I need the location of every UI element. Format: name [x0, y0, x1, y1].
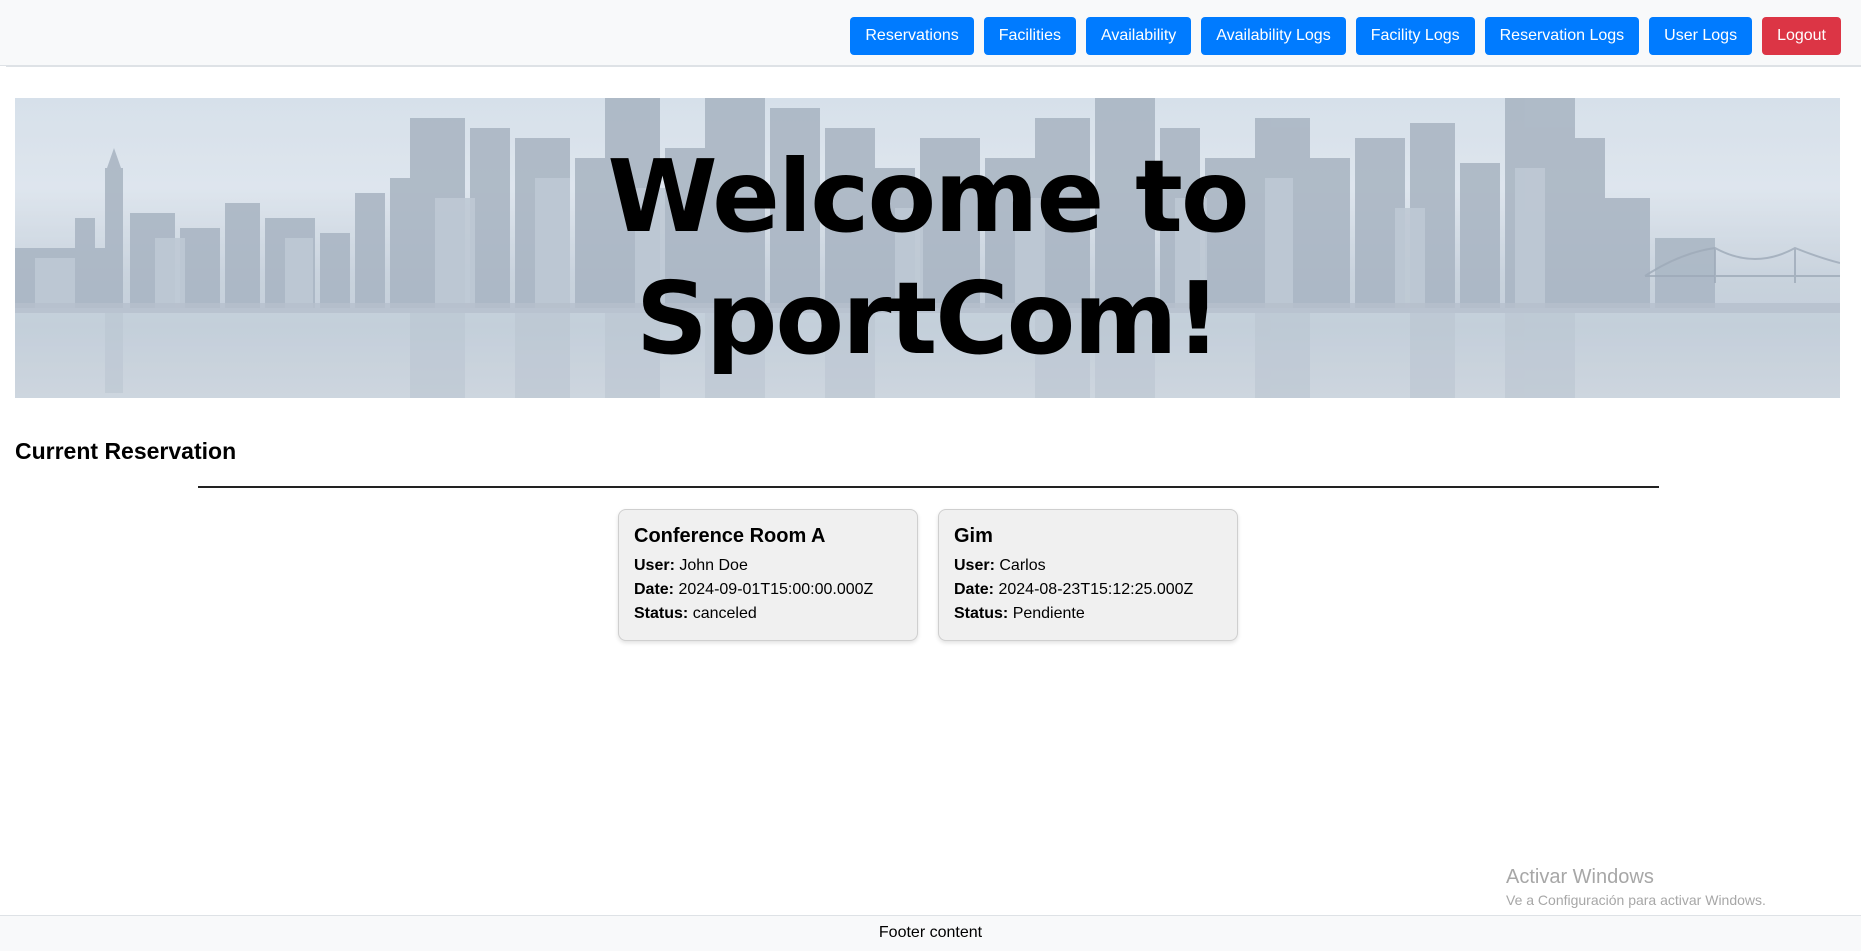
status-line: Status: canceled — [634, 602, 902, 626]
facilities-button[interactable]: Facilities — [983, 17, 1076, 55]
footer-text: Footer content — [878, 924, 983, 941]
user-value: Carlos — [999, 557, 1046, 574]
section-divider — [198, 486, 1659, 488]
user-label: User: — [954, 557, 995, 574]
facility-name: Conference Room A — [634, 525, 826, 547]
user-value: John Doe — [679, 557, 748, 574]
navbar-divider — [6, 66, 1861, 67]
user-label: User: — [634, 557, 675, 574]
availability-button[interactable]: Availability — [1085, 17, 1192, 55]
status-line: Status: Pendiente — [954, 602, 1222, 626]
date-value: 2024-09-01T15:00:00.000Z — [678, 581, 874, 598]
hero-title: Welcome to SportCom! — [15, 136, 1840, 380]
facility-logs-button[interactable]: Facility Logs — [1355, 17, 1475, 55]
reservation-card: Conference Room A User: John Doe Date: 2… — [618, 509, 918, 641]
reservations-button[interactable]: Reservations — [850, 17, 974, 55]
windows-activation-watermark: Activar Windows Ve a Configuración para … — [1506, 864, 1766, 910]
status-value: canceled — [692, 605, 757, 622]
reservation-cards: Conference Room A User: John Doe Date: 2… — [618, 509, 1238, 641]
hero-title-line-2: SportCom! — [635, 260, 1221, 377]
availability-logs-button[interactable]: Availability Logs — [1201, 17, 1346, 55]
date-line: Date: 2024-09-01T15:00:00.000Z — [634, 578, 902, 602]
date-line: Date: 2024-08-23T15:12:25.000Z — [954, 578, 1222, 602]
reservation-logs-button[interactable]: Reservation Logs — [1484, 17, 1640, 55]
watermark-subtitle: Ve a Configuración para activar Windows. — [1506, 892, 1766, 908]
top-navbar: Reservations Facilities Availability Ava… — [0, 0, 1861, 66]
date-value: 2024-08-23T15:12:25.000Z — [998, 581, 1194, 598]
page-footer: Footer content — [0, 915, 1861, 951]
nav-button-group: Reservations Facilities Availability Ava… — [850, 17, 1841, 55]
status-value: Pendiente — [1012, 605, 1085, 622]
facility-name: Gim — [954, 525, 993, 547]
hero-title-line-1: Welcome to — [607, 138, 1249, 255]
date-label: Date: — [634, 581, 675, 598]
user-line: User: Carlos — [954, 554, 1222, 578]
watermark-title: Activar Windows — [1506, 866, 1654, 888]
user-line: User: John Doe — [634, 554, 902, 578]
reservation-card: Gim User: Carlos Date: 2024-08-23T15:12:… — [938, 509, 1238, 641]
hero-banner: Welcome to SportCom! — [15, 98, 1840, 398]
date-label: Date: — [954, 581, 995, 598]
status-label: Status: — [634, 605, 689, 622]
user-logs-button[interactable]: User Logs — [1649, 17, 1753, 55]
logout-button[interactable]: Logout — [1762, 17, 1841, 55]
section-title: Current Reservation — [15, 438, 237, 464]
status-label: Status: — [954, 605, 1009, 622]
